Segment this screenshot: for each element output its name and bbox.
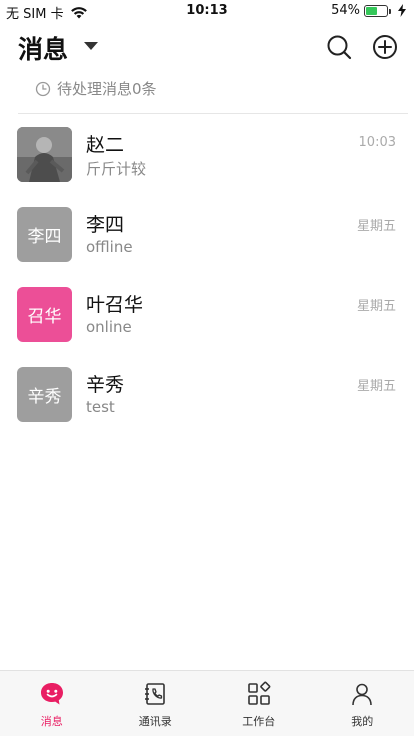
tab-label: 我的 [351, 715, 374, 728]
app-header: 消息 [0, 26, 414, 70]
contact-name: 叶召华 [86, 294, 144, 316]
search-button[interactable] [326, 34, 352, 60]
tab-workbench[interactable]: 工作台 [207, 671, 311, 736]
last-message: test [86, 398, 115, 416]
page-title[interactable]: 消息 [18, 30, 68, 66]
message-time: 星期五 [356, 299, 396, 314]
chevron-down-icon[interactable] [84, 42, 98, 50]
contact-name: 赵二 [86, 134, 125, 156]
message-time: 10:03 [358, 135, 396, 150]
search-icon [327, 35, 352, 60]
last-message: online [86, 318, 132, 336]
chat-bubble-icon [40, 683, 63, 705]
contact-name: 辛秀 [86, 374, 125, 396]
user-icon [352, 683, 373, 706]
conversation-item[interactable]: 辛秀 辛秀 test 星期五 [0, 353, 414, 433]
tab-label: 消息 [40, 715, 63, 728]
conversation-item[interactable]: 赵二 斤斤计较 10:03 [0, 113, 414, 193]
contact-name: 李四 [86, 214, 125, 236]
conversation-item[interactable]: 召华 叶召华 online 星期五 [0, 273, 414, 353]
tab-contacts[interactable]: 通讯录 [104, 671, 208, 736]
last-message: offline [86, 238, 133, 256]
conversation-item[interactable]: 李四 李四 offline 星期五 [0, 193, 414, 273]
pending-text: 待处理消息0条 [57, 80, 157, 98]
avatar: 召华 [17, 287, 72, 342]
avatar [17, 127, 72, 182]
status-bar: 无 SIM 卡 10:13 54% [0, 0, 414, 22]
conversation-list: 赵二 斤斤计较 10:03 李四 李四 offline 星期五 召华 叶召华 o… [0, 113, 414, 433]
avatar: 李四 [17, 207, 72, 262]
grid-apps-icon [247, 681, 271, 705]
battery-level [366, 6, 377, 15]
last-message: 斤斤计较 [86, 160, 147, 178]
contacts-book-icon [145, 683, 166, 705]
avatar: 辛秀 [17, 367, 72, 422]
plus-circle-icon [373, 35, 397, 59]
battery-icon [364, 4, 391, 17]
status-right: 54% [331, 3, 406, 18]
add-button[interactable] [372, 34, 398, 60]
clock-icon [35, 81, 51, 96]
tab-label: 通讯录 [138, 715, 172, 728]
tab-label: 工作台 [242, 715, 276, 728]
tab-bar: 消息 通讯录 工作台 我的 [0, 670, 414, 736]
tab-messages[interactable]: 消息 [0, 671, 104, 736]
message-time: 星期五 [356, 219, 396, 234]
message-time: 星期五 [356, 379, 396, 394]
avatar-photo-image [17, 127, 72, 182]
charging-bolt-icon [398, 4, 406, 17]
pending-messages[interactable]: 待处理消息0条 [35, 78, 157, 99]
tab-profile[interactable]: 我的 [311, 671, 414, 736]
battery-percent: 54% [331, 3, 360, 18]
